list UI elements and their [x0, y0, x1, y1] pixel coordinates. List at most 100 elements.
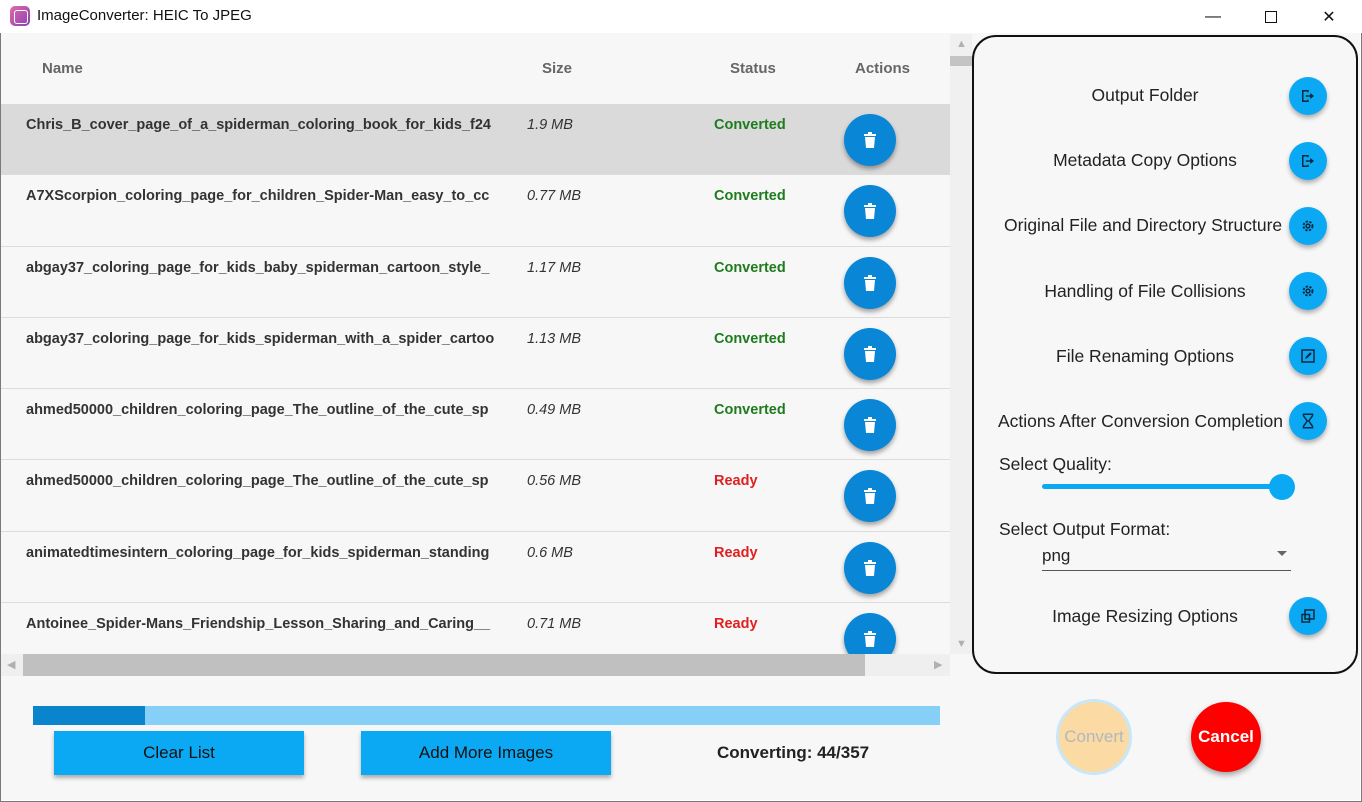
- resizing-label: Image Resizing Options: [1052, 606, 1238, 626]
- file-name: ahmed50000_children_coloring_page_The_ou…: [26, 402, 489, 419]
- clear-list-button[interactable]: Clear List: [54, 731, 304, 775]
- delete-button[interactable]: [844, 399, 896, 452]
- table-row[interactable]: animatedtimesintern_coloring_page_for_ki…: [1, 532, 950, 604]
- output-folder-label: Output Folder: [1091, 85, 1199, 105]
- delete-button[interactable]: [844, 185, 896, 238]
- hourglass-icon: [1302, 413, 1314, 429]
- trash-icon: [864, 488, 876, 505]
- original-structure-button[interactable]: [1289, 207, 1327, 245]
- add-more-images-button[interactable]: Add More Images: [361, 731, 611, 775]
- progress-bar: [33, 706, 940, 725]
- format-label: Select Output Format:: [999, 519, 1171, 539]
- table-row[interactable]: ahmed50000_children_coloring_page_The_ou…: [1, 460, 950, 532]
- file-status: Converted: [714, 402, 786, 419]
- file-status: Ready: [714, 616, 758, 633]
- file-name: abgay37_coloring_page_for_kids_spiderman…: [26, 330, 495, 347]
- trash-icon: [864, 203, 876, 220]
- file-status: Converted: [714, 330, 786, 347]
- app-icon: [10, 6, 30, 26]
- table-row[interactable]: Chris_B_cover_page_of_a_spiderman_colori…: [1, 104, 950, 176]
- edit-icon: [1301, 349, 1315, 363]
- gear-icon: [1302, 285, 1314, 297]
- file-name: abgay37_coloring_page_for_kids_baby_spid…: [26, 259, 490, 276]
- table-row[interactable]: A7XScorpion_coloring_page_for_children_S…: [1, 175, 950, 247]
- after-conversion-button[interactable]: [1289, 402, 1327, 440]
- scroll-up-icon[interactable]: ▲: [956, 38, 967, 50]
- delete-button[interactable]: [844, 541, 896, 594]
- file-size: 1.17 MB: [527, 259, 581, 276]
- file-size: 0.56 MB: [527, 473, 581, 490]
- close-button[interactable]: ✕: [1300, 0, 1358, 33]
- file-status: Ready: [714, 544, 758, 561]
- file-size: 1.13 MB: [527, 330, 581, 347]
- quality-label: Select Quality:: [999, 454, 1112, 474]
- table-row[interactable]: Antoinee_Spider-Mans_Friendship_Lesson_S…: [1, 603, 950, 654]
- resize-icon: [1301, 609, 1315, 623]
- table-row[interactable]: ahmed50000_children_coloring_page_The_ou…: [1, 389, 950, 461]
- file-size: 0.49 MB: [527, 402, 581, 419]
- chevron-down-icon: [1277, 551, 1287, 556]
- close-icon: ✕: [1322, 8, 1336, 26]
- maximize-icon: [1265, 10, 1277, 23]
- collisions-button[interactable]: [1289, 272, 1327, 310]
- options-panel: Output Folder Metadata Copy Options Orig…: [972, 35, 1358, 674]
- resizing-button[interactable]: [1289, 597, 1327, 635]
- file-status: Converted: [714, 188, 786, 205]
- delete-button[interactable]: [844, 114, 896, 166]
- header-size[interactable]: Size: [542, 60, 572, 77]
- convert-button[interactable]: Convert: [1056, 699, 1132, 775]
- minimize-button[interactable]: —: [1184, 0, 1242, 33]
- file-size: 0.77 MB: [527, 188, 581, 205]
- quality-slider-track[interactable]: [1042, 484, 1282, 489]
- delete-button[interactable]: [844, 470, 896, 523]
- horizontal-scroll-thumb[interactable]: [23, 654, 865, 676]
- trash-icon: [864, 417, 876, 434]
- renaming-label: File Renaming Options: [1056, 346, 1234, 366]
- title-bar: ImageConverter: HEIC To JPEG — ✕: [0, 0, 1362, 33]
- exit-icon: [1302, 90, 1314, 102]
- minimize-icon: —: [1205, 7, 1221, 25]
- file-name: A7XScorpion_coloring_page_for_children_S…: [26, 188, 490, 205]
- file-size: 0.6 MB: [527, 544, 573, 561]
- scroll-left-icon[interactable]: ◀: [7, 658, 15, 671]
- exit-icon: [1302, 155, 1314, 167]
- collisions-label: Handling of File Collisions: [1044, 281, 1246, 301]
- original-structure-label: Original File and Directory Structure: [1004, 215, 1283, 235]
- file-name: Antoinee_Spider-Mans_Friendship_Lesson_S…: [26, 616, 491, 633]
- delete-button[interactable]: [844, 613, 896, 654]
- vertical-scrollbar[interactable]: ▲ ▼: [950, 34, 972, 654]
- after-conversion-label: Actions After Conversion Completion: [998, 411, 1283, 431]
- table-row[interactable]: abgay37_coloring_page_for_kids_spiderman…: [1, 318, 950, 390]
- file-size: 0.71 MB: [527, 616, 581, 633]
- file-name: Chris_B_cover_page_of_a_spiderman_colori…: [26, 117, 491, 133]
- header-name[interactable]: Name: [42, 60, 83, 77]
- gear-icon: [1302, 220, 1314, 232]
- trash-icon: [864, 631, 876, 648]
- file-name: ahmed50000_children_coloring_page_The_ou…: [26, 473, 489, 490]
- file-name: animatedtimesintern_coloring_page_for_ki…: [26, 544, 490, 561]
- maximize-button[interactable]: [1242, 0, 1300, 33]
- file-size: 1.9 MB: [527, 117, 573, 133]
- quality-slider-thumb[interactable]: [1269, 474, 1295, 500]
- output-format-select[interactable]: png: [1042, 541, 1291, 571]
- metadata-button[interactable]: [1289, 142, 1327, 180]
- file-status: Ready: [714, 473, 758, 490]
- trash-icon: [864, 132, 876, 148]
- conversion-status: Converting: 44/357: [717, 743, 870, 762]
- horizontal-scrollbar[interactable]: ◀ ▶: [1, 654, 950, 676]
- window-title: ImageConverter: HEIC To JPEG: [37, 7, 252, 24]
- header-status[interactable]: Status: [730, 60, 776, 77]
- renaming-button[interactable]: [1289, 337, 1327, 375]
- trash-icon: [864, 345, 876, 362]
- scroll-right-icon[interactable]: ▶: [934, 658, 942, 671]
- delete-button[interactable]: [844, 256, 896, 309]
- vertical-scroll-thumb[interactable]: [950, 56, 972, 66]
- cancel-button[interactable]: Cancel: [1191, 702, 1261, 772]
- table-header: Name Size Status Actions: [1, 34, 950, 104]
- scroll-down-icon[interactable]: ▼: [956, 638, 967, 650]
- header-actions: Actions: [855, 60, 911, 77]
- file-status: Converted: [714, 259, 786, 276]
- delete-button[interactable]: [844, 327, 896, 380]
- table-row[interactable]: abgay37_coloring_page_for_kids_baby_spid…: [1, 247, 950, 318]
- output-folder-button[interactable]: [1289, 77, 1327, 115]
